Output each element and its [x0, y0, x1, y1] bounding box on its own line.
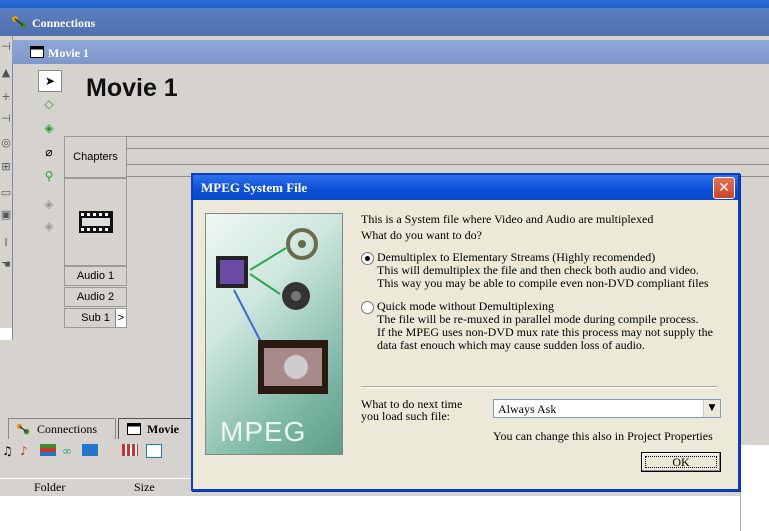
pointer-icon[interactable]: ▲ [0, 66, 12, 84]
radio-demultiplex[interactable] [361, 252, 374, 265]
mpeg-system-file-dialog: MPEG System File ✕ MPEG This is a System… [191, 173, 740, 491]
file-list[interactable] [0, 496, 740, 531]
movie-title: Movie 1 [48, 46, 89, 60]
select-arrow-icon[interactable]: ➤ [38, 70, 62, 92]
add-node-icon[interactable]: ◇ [38, 94, 60, 114]
track-label: Sub 1 [81, 312, 110, 324]
desktop-strip [0, 0, 769, 8]
tab-movie[interactable]: Movie [118, 418, 192, 439]
connections-title: Connections [32, 16, 96, 30]
column-folder[interactable]: Folder [34, 480, 65, 495]
disabled-node-icon: ◈ [44, 197, 54, 211]
option-quick-desc: data fast enouch which may cause sudden … [377, 338, 645, 352]
track-line [126, 164, 769, 165]
close-button[interactable]: ✕ [713, 177, 735, 199]
radio-quick-mode[interactable] [361, 301, 374, 314]
eraser-icon[interactable]: ⌀ [38, 142, 60, 162]
track-line [126, 136, 769, 137]
track-label: Audio 2 [76, 291, 115, 303]
mpeg-caption: MPEG [220, 416, 307, 447]
track-icon[interactable]: ⊞ [0, 160, 12, 178]
minus-icon[interactable]: ⊣ [0, 112, 12, 130]
film-icon [79, 211, 113, 233]
music-icon[interactable]: ♫ [2, 444, 13, 458]
dialog-titlebar[interactable]: MPEG System File ✕ [193, 175, 738, 200]
track-line [126, 148, 769, 149]
tab-icon[interactable]: I [0, 236, 12, 254]
movie-titlebar[interactable]: Movie 1 [12, 40, 769, 64]
movie-toolbar: ➤ ◇ ◈ ⌀ ⚲ ◈ ◈ [34, 64, 65, 346]
connections-icon [12, 16, 26, 28]
side-panel [740, 445, 769, 531]
track-audio-2[interactable]: Audio 2 [64, 287, 127, 307]
next-time-select[interactable]: Always Ask ▼ [493, 399, 721, 418]
connections-icon [16, 423, 30, 435]
ok-button[interactable]: OK [641, 452, 721, 472]
plus-icon[interactable]: + [0, 90, 12, 108]
screen-icon[interactable]: ▭ [0, 186, 12, 204]
tab-label: Connections [37, 422, 97, 436]
option-demultiplex-desc: This way you may be able to compile even… [377, 276, 709, 290]
track-video[interactable] [64, 178, 127, 266]
intro-text: This is a System file where Video and Au… [361, 212, 654, 226]
focus-ring [645, 456, 717, 468]
track-label: Audio 1 [76, 270, 115, 282]
column-size[interactable]: Size [134, 480, 155, 495]
hand-icon[interactable]: ☚ [0, 258, 12, 276]
radio-selected-dot [365, 256, 370, 261]
next-time-label: you load such file: [361, 409, 450, 423]
frame-icon[interactable]: ▣ [0, 208, 12, 226]
movie-heading: Movie 1 [86, 74, 178, 102]
link-icon[interactable]: ◎ [0, 136, 12, 154]
tab-connections[interactable]: Connections [8, 418, 116, 439]
track-audio-1[interactable]: Audio 1 [64, 266, 127, 286]
disabled-link-icon: ◈ [44, 219, 54, 233]
dialog-title: MPEG System File [201, 180, 308, 195]
mpeg-illustration: MPEG [205, 213, 343, 455]
track-sub-1[interactable]: Sub 1 > [64, 308, 127, 328]
question-text: What do you want to do? [361, 228, 482, 242]
asset-toolbar: ♫ ♪ ∞ [0, 441, 190, 463]
split-icon[interactable]: ⚲ [38, 166, 60, 186]
tab-bar: Connections Movie [0, 418, 192, 440]
track-label: Chapters [73, 151, 118, 163]
subtitle-icon[interactable] [40, 444, 56, 456]
image-icon[interactable] [82, 444, 98, 456]
properties-icon[interactable] [146, 444, 162, 458]
node-icon[interactable]: ◈ [38, 118, 60, 138]
track-chapters[interactable]: Chapters [64, 136, 127, 178]
separator [361, 386, 717, 388]
track-expand-arrow[interactable]: > [115, 309, 126, 327]
connections-titlebar[interactable]: Connections [0, 8, 769, 36]
window-icon [30, 46, 44, 58]
window-icon [127, 423, 141, 435]
hint-text: You can change this also in Project Prop… [493, 429, 713, 443]
grid-icon[interactable] [122, 444, 138, 456]
tab-label: Movie [147, 422, 179, 436]
audio-icon[interactable]: ♪ [20, 444, 28, 458]
chevron-down-icon[interactable]: ▼ [703, 400, 720, 417]
select-value: Always Ask [498, 402, 557, 416]
pin-icon[interactable]: ⊣ [0, 40, 12, 58]
link-icon[interactable]: ∞ [62, 444, 72, 458]
